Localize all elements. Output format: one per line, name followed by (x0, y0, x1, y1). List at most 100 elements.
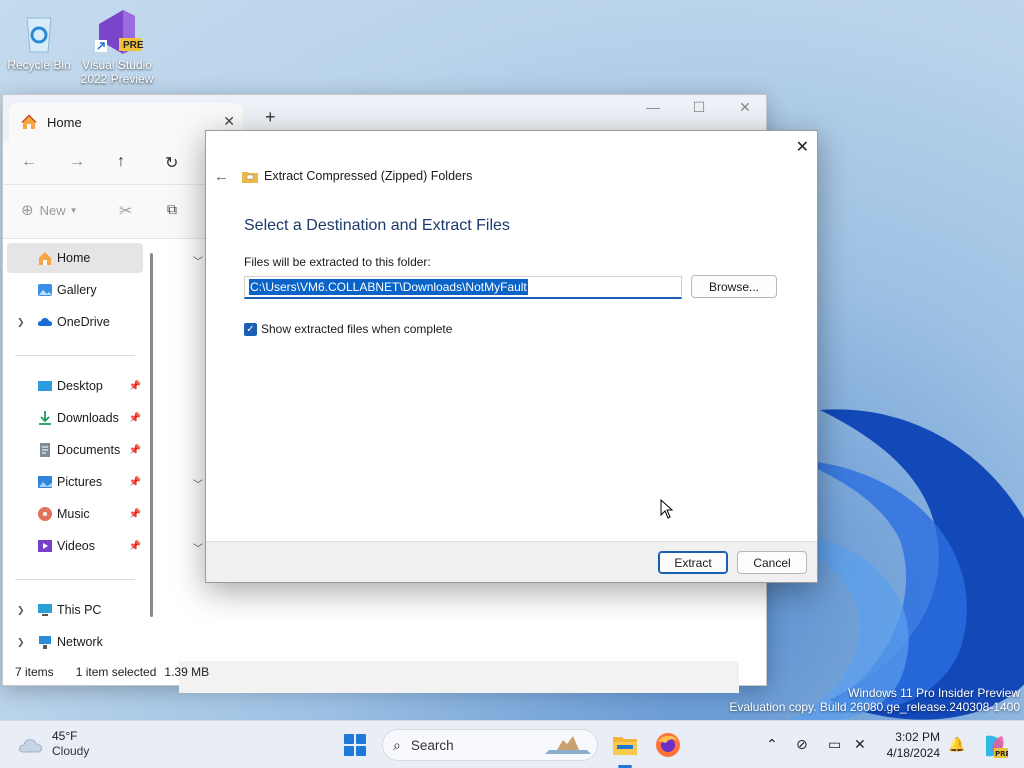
sidebar-item-music[interactable]: Music 📌 (7, 499, 143, 529)
dialog-footer: Extract Cancel (206, 541, 817, 582)
destination-path-text: C:\Users\VM6.COLLABNET\Downloads\NotMyFa… (249, 279, 528, 295)
gallery-icon (38, 284, 52, 296)
chevron-up-icon[interactable]: ⌃ (766, 736, 778, 753)
dialog-header: Extract Compressed (Zipped) Folders (242, 169, 472, 183)
up-icon[interactable]: ↑ (117, 153, 125, 171)
forward-icon[interactable]: → (69, 153, 85, 171)
close-window-button[interactable]: ✕ (725, 99, 765, 116)
desktop-icon-visual-studio[interactable]: PRE Visual Studio 2022 Preview (79, 8, 155, 86)
chevron-down-icon[interactable]: ﹀ (193, 540, 203, 555)
extract-button[interactable]: Extract (658, 551, 728, 574)
pc-icon (38, 604, 52, 616)
firefox-icon[interactable] (654, 731, 682, 759)
chevron-down-icon[interactable]: ﹀ (193, 253, 203, 268)
taskbar: 45°F Cloudy ⌕ Search ⌃ ⊘ ▭ ✕ 3:02 PM 4/1… (0, 720, 1024, 768)
pin-icon: 📌 (128, 380, 141, 392)
sidebar-item-downloads[interactable]: Downloads 📌 (7, 403, 143, 433)
back-arrow-icon[interactable]: ← (214, 168, 229, 185)
svg-text:PRE: PRE (995, 750, 1008, 758)
new-tab-button[interactable]: + (265, 107, 276, 128)
status-bar: 7 items 1 item selected 1.39 MB (3, 659, 766, 685)
copilot-icon[interactable]: PRE (980, 732, 1008, 760)
videos-icon (38, 540, 52, 552)
display-icon[interactable]: ▭ (828, 736, 841, 753)
weather-widget[interactable]: 45°F Cloudy (18, 729, 89, 759)
system-clock[interactable]: 3:02 PM 4/18/2024 (878, 729, 940, 761)
navigation-pane: Home Gallery ❯ OneDrive Desktop 📌 Downlo… (3, 239, 159, 661)
zip-folder-icon (242, 171, 258, 183)
refresh-icon[interactable]: ↻ (165, 153, 178, 173)
maximize-button[interactable]: ☐ (679, 99, 719, 116)
sidebar-item-gallery[interactable]: Gallery (7, 275, 143, 305)
chevron-right-icon[interactable]: ❯ (17, 317, 25, 328)
destination-path-input[interactable]: C:\Users\VM6.COLLABNET\Downloads\NotMyFa… (244, 276, 682, 299)
desktop-icon-label: Recycle Bin (7, 58, 71, 72)
search-icon: ⌕ (393, 736, 401, 753)
pin-icon: 📌 (128, 412, 141, 424)
new-button[interactable]: ⊕ New ▼ (21, 201, 78, 219)
sidebar-item-desktop[interactable]: Desktop 📌 (7, 371, 143, 401)
volume-muted-icon[interactable]: ✕ (854, 736, 866, 753)
start-button[interactable] (344, 734, 366, 756)
pin-icon: 📌 (128, 444, 141, 456)
home-icon (21, 114, 37, 129)
sidebar-scrollbar[interactable] (150, 253, 153, 617)
cut-icon[interactable]: ✂ (119, 201, 132, 221)
sidebar-item-home[interactable]: Home (7, 243, 143, 273)
desktop-icon-recycle-bin[interactable]: Recycle Bin (1, 8, 77, 72)
divider (15, 579, 135, 580)
network-status-icon[interactable]: ⊘ (796, 736, 808, 753)
sidebar-item-network[interactable]: ❯ Network (7, 627, 143, 657)
destination-label: Files will be extracted to this folder: (244, 255, 431, 269)
pin-icon: 📌 (128, 508, 141, 520)
mouse-cursor-icon (660, 499, 674, 519)
visual-studio-icon: PRE (93, 8, 144, 56)
pre-badge: PRE (123, 40, 144, 51)
chevron-right-icon[interactable]: ❯ (17, 605, 25, 616)
dialog-title: Select a Destination and Extract Files (244, 217, 510, 234)
tab-label: Home (47, 114, 82, 130)
chevron-down-icon: ▼ (69, 205, 78, 215)
chevron-right-icon[interactable]: ❯ (17, 637, 25, 648)
sidebar-item-this-pc[interactable]: ❯ This PC (7, 595, 143, 625)
copy-icon[interactable]: ⧉ (167, 201, 177, 218)
pictures-icon (38, 476, 52, 488)
show-files-checkbox[interactable]: ✓ Show extracted files when complete (244, 322, 452, 336)
extract-dialog: ✕ ← Extract Compressed (Zipped) Folders … (205, 130, 818, 583)
minimize-button[interactable]: — (633, 99, 673, 115)
pin-icon: 📌 (128, 540, 141, 552)
home-icon (39, 252, 51, 265)
cloud-icon (18, 739, 42, 753)
plus-circle-icon: ⊕ (21, 202, 34, 219)
sidebar-item-documents[interactable]: Documents 📌 (7, 435, 143, 465)
divider (15, 355, 135, 356)
desktop-icon (38, 381, 52, 391)
back-icon[interactable]: ← (21, 153, 37, 171)
pin-icon: 📌 (128, 476, 141, 488)
music-icon (38, 507, 52, 521)
sidebar-item-pictures[interactable]: Pictures 📌 (7, 467, 143, 497)
close-tab-icon[interactable]: ✕ (223, 113, 235, 130)
browse-button[interactable]: Browse... (691, 275, 777, 298)
weather-condition: Cloudy (52, 744, 90, 758)
file-explorer-taskbar-icon[interactable] (611, 731, 639, 759)
taskbar-search[interactable]: ⌕ Search (382, 729, 598, 761)
desktop-icon-label: Visual Studio 2022 Preview (80, 58, 154, 86)
sidebar-item-videos[interactable]: Videos 📌 (7, 531, 143, 561)
close-icon[interactable]: ✕ (796, 137, 809, 157)
notification-bell-icon[interactable]: 🔔 (948, 736, 965, 753)
cloud-icon (37, 318, 53, 326)
download-icon (39, 411, 51, 425)
cancel-button[interactable]: Cancel (737, 551, 807, 574)
network-icon (39, 636, 51, 649)
item-count: 7 items (15, 665, 54, 679)
chevron-down-icon[interactable]: ﹀ (193, 476, 203, 491)
search-highlight-icon (545, 736, 591, 754)
selection-count: 1 item selected (75, 665, 157, 679)
checkmark-icon: ✓ (244, 322, 257, 336)
weather-temp: 45°F (52, 729, 78, 743)
recycle-bin-icon (15, 8, 63, 56)
sidebar-item-onedrive[interactable]: ❯ OneDrive (7, 307, 143, 337)
os-watermark: Windows 11 Pro Insider Preview Evaluatio… (729, 686, 1020, 714)
selection-size: 1.39 MB (164, 665, 210, 679)
